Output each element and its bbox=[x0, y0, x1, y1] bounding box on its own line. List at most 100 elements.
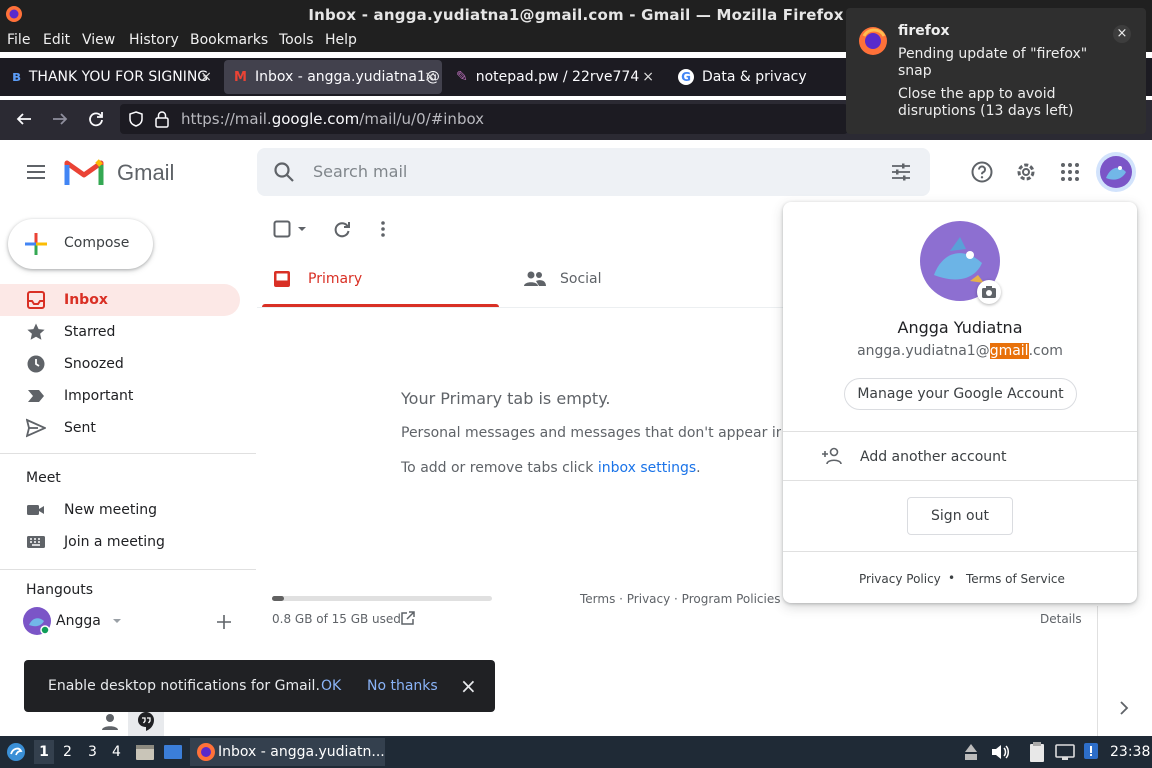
tab-data-privacy[interactable]: G Data & privacy bbox=[668, 60, 838, 94]
network-icon[interactable] bbox=[1054, 742, 1076, 762]
main-menu-icon[interactable] bbox=[24, 160, 48, 184]
change-photo-camera-icon[interactable] bbox=[977, 280, 1001, 304]
select-all-checkbox[interactable] bbox=[273, 220, 291, 238]
tab-close-icon[interactable]: × bbox=[200, 69, 212, 85]
snackbar-no-thanks-button[interactable]: No thanks bbox=[367, 678, 438, 694]
more-vert-icon[interactable] bbox=[373, 219, 393, 239]
nav-important[interactable]: Important bbox=[0, 380, 240, 412]
person-icon[interactable] bbox=[100, 712, 120, 732]
join-meeting[interactable]: Join a meeting bbox=[0, 526, 240, 558]
footer-links[interactable]: Terms · Privacy · Program Policies bbox=[580, 592, 781, 606]
tab-social[interactable]: Social bbox=[510, 252, 750, 308]
nav-label: Snoozed bbox=[64, 356, 124, 372]
compose-button[interactable]: Compose bbox=[8, 219, 153, 269]
shield-icon[interactable] bbox=[127, 110, 145, 128]
lock-icon[interactable] bbox=[154, 110, 170, 128]
hangouts-heading: Hangouts bbox=[26, 582, 94, 598]
search-icon[interactable] bbox=[273, 161, 295, 183]
reload-icon[interactable] bbox=[87, 110, 105, 128]
update-alert-icon[interactable] bbox=[1081, 741, 1101, 761]
side-panel-divider bbox=[1097, 606, 1098, 736]
settings-gear-icon[interactable] bbox=[1014, 160, 1038, 184]
nav-label: Sent bbox=[64, 420, 96, 436]
hangouts-avatar[interactable] bbox=[23, 607, 51, 635]
expand-panel-chevron-icon[interactable] bbox=[1117, 700, 1131, 716]
nav-label: Join a meeting bbox=[64, 534, 165, 550]
help-icon[interactable] bbox=[970, 160, 994, 184]
menu-tools[interactable]: Tools bbox=[279, 32, 314, 48]
workspace-3[interactable]: 3 bbox=[88, 744, 97, 760]
divider bbox=[0, 453, 256, 454]
divider bbox=[783, 480, 1137, 481]
start-menu-icon[interactable] bbox=[6, 742, 26, 762]
firefox-taskbar-icon bbox=[196, 742, 216, 762]
apps-grid-icon[interactable] bbox=[1058, 160, 1082, 184]
privacy-policy-link[interactable]: Privacy Policy bbox=[859, 572, 941, 586]
divider bbox=[783, 551, 1137, 552]
list-toolbar bbox=[257, 208, 787, 248]
clipboard-icon[interactable] bbox=[1028, 741, 1046, 763]
search-input[interactable]: Search mail bbox=[313, 162, 407, 181]
sign-out-button[interactable]: Sign out bbox=[907, 497, 1013, 535]
tab-thank-you[interactable]: ʙ THANK YOU FOR SIGNING × bbox=[2, 60, 218, 94]
new-meeting[interactable]: New meeting bbox=[0, 494, 240, 526]
add-contact-plus-icon[interactable] bbox=[215, 613, 233, 631]
compose-plus-icon bbox=[24, 232, 48, 256]
tab-inbox[interactable]: M Inbox - angga.yudiatna1@ × bbox=[224, 60, 442, 94]
notification-close-icon[interactable]: × bbox=[1113, 25, 1131, 43]
gmail-logo-icon[interactable] bbox=[64, 157, 104, 187]
workspace-2[interactable]: 2 bbox=[63, 744, 72, 760]
open-external-icon[interactable] bbox=[400, 610, 416, 626]
tab-primary[interactable]: Primary bbox=[257, 252, 499, 308]
nav-label: Starred bbox=[64, 324, 116, 340]
nav-snoozed[interactable]: Snoozed bbox=[0, 348, 240, 380]
google-favicon-icon: G bbox=[678, 69, 694, 85]
empty-description: Personal messages and messages that don'… bbox=[401, 425, 781, 441]
people-icon bbox=[524, 270, 546, 288]
add-account-row[interactable]: Add another account bbox=[783, 432, 1137, 480]
snackbar-close-icon[interactable]: × bbox=[460, 674, 477, 698]
terms-of-service-link[interactable]: Terms of Service bbox=[966, 572, 1065, 586]
search-options-icon[interactable] bbox=[890, 161, 912, 183]
footer-details[interactable]: Details bbox=[1040, 612, 1082, 626]
tab-close-icon[interactable]: × bbox=[642, 69, 654, 85]
desktop-icon[interactable] bbox=[163, 742, 183, 762]
nav-starred[interactable]: Starred bbox=[0, 316, 240, 348]
workspace-1[interactable]: 1 bbox=[34, 740, 54, 764]
system-taskbar: 1 2 3 4 Inbox - angga.yudiatn... 23:38 bbox=[0, 736, 1152, 768]
inbox-settings-link[interactable]: inbox settings bbox=[598, 460, 696, 476]
menu-help[interactable]: Help bbox=[325, 32, 357, 48]
menu-history[interactable]: History bbox=[129, 32, 179, 48]
select-dropdown-icon[interactable] bbox=[297, 224, 307, 234]
meet-heading: Meet bbox=[26, 470, 61, 486]
tray-drive-icon[interactable] bbox=[962, 742, 980, 762]
send-icon bbox=[26, 418, 46, 438]
volume-icon[interactable] bbox=[990, 742, 1010, 762]
menu-bookmarks[interactable]: Bookmarks bbox=[190, 32, 268, 48]
menu-edit[interactable]: Edit bbox=[43, 32, 70, 48]
refresh-icon[interactable] bbox=[332, 219, 352, 239]
chevron-down-icon[interactable] bbox=[112, 616, 122, 626]
file-manager-icon[interactable] bbox=[135, 742, 155, 762]
account-email: angga.yudiatna1@gmail.com bbox=[857, 343, 1063, 359]
nav-sent[interactable]: Sent bbox=[0, 412, 240, 444]
forward-icon[interactable] bbox=[51, 110, 69, 128]
hangouts-user[interactable]: Angga bbox=[56, 613, 101, 629]
workspace-4[interactable]: 4 bbox=[112, 744, 121, 760]
manage-account-button[interactable]: Manage your Google Account bbox=[844, 378, 1077, 410]
tab-favicon-icon: ʙ bbox=[12, 69, 21, 85]
account-avatar-button[interactable] bbox=[1096, 152, 1136, 192]
snackbar-ok-button[interactable]: OK bbox=[321, 678, 341, 694]
nav-inbox[interactable]: Inbox bbox=[0, 284, 240, 316]
notepad-favicon-icon: ✎ bbox=[456, 69, 468, 85]
keyboard-icon bbox=[26, 532, 46, 552]
menu-view[interactable]: View bbox=[82, 32, 115, 48]
back-icon[interactable] bbox=[15, 110, 33, 128]
search-box[interactable]: Search mail bbox=[257, 148, 930, 196]
snackbar-text: Enable desktop notifications for Gmail. bbox=[48, 678, 320, 694]
menu-file[interactable]: File bbox=[7, 32, 30, 48]
tab-close-icon[interactable]: × bbox=[424, 69, 436, 85]
taskbar-firefox-window[interactable]: Inbox - angga.yudiatn... bbox=[190, 738, 385, 766]
hangouts-chat-tab[interactable] bbox=[128, 708, 164, 736]
tab-notepad[interactable]: ✎ notepad.pw / 22rve774 × bbox=[446, 60, 660, 94]
